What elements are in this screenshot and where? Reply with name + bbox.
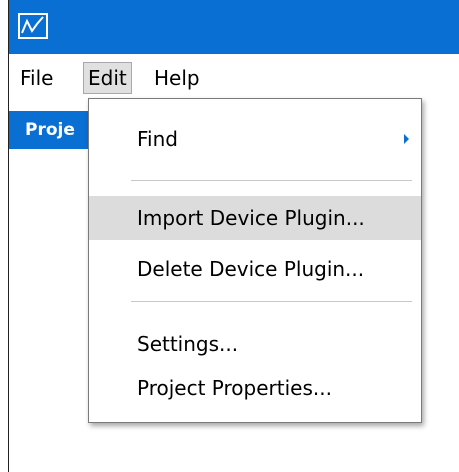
menu-help[interactable]: Help [152,62,202,94]
menu-item-settings-label: Settings... [137,332,239,356]
menu-item-project-properties-label: Project Properties... [137,376,332,400]
chevron-right-icon [404,134,409,144]
menu-item-find[interactable]: Find [89,117,421,161]
edit-menu-dropdown: Find Import Device Plugin... Delete Devi… [88,98,422,423]
menu-item-project-properties[interactable]: Project Properties... [89,366,421,410]
menu-item-delete-device-plugin-label: Delete Device Plugin... [137,257,365,281]
menu-item-find-label: Find [137,127,178,151]
menu-item-import-device-plugin[interactable]: Import Device Plugin... [89,196,421,240]
menu-bar: File Edit Help [9,54,459,98]
chart-line-icon [18,13,48,39]
menu-item-settings[interactable]: Settings... [89,322,421,366]
menu-separator [131,301,412,302]
menu-item-delete-device-plugin[interactable]: Delete Device Plugin... [89,247,421,291]
title-bar [9,0,459,54]
menu-file[interactable]: File [18,62,55,94]
menu-edit[interactable]: Edit [83,62,132,94]
menu-item-import-device-plugin-label: Import Device Plugin... [137,206,365,230]
menu-separator [131,180,412,181]
app-window: File Edit Help Proje Find Import Device … [8,0,459,472]
